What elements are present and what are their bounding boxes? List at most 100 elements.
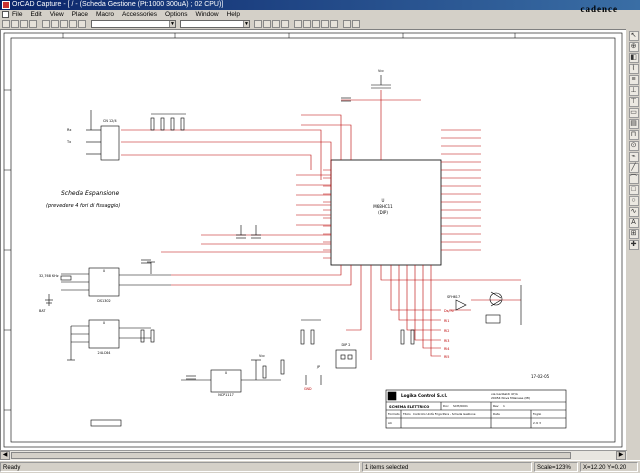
palette-tool-16-icon[interactable]: ∿ [628,207,639,217]
palette-tool-0-icon[interactable]: ↖ [628,31,639,41]
palette-tool-19-icon[interactable]: ✚ [628,240,639,250]
undo-icon[interactable] [69,20,77,28]
vcc-label-top: Vcc [378,69,384,73]
paste-icon[interactable] [60,20,68,28]
palette-tool-2-icon[interactable]: ◧ [628,53,639,63]
document-icon[interactable] [2,11,9,18]
part-combo[interactable]: ▼ [91,20,176,28]
palette-tool-3-icon[interactable]: ⌇ [628,64,639,74]
menu-window[interactable]: Window [195,11,218,18]
schematic-heading: Scheda Espansione [61,190,119,197]
zoom-area-icon[interactable] [272,20,280,28]
opto-label: SFH617 [447,295,460,299]
company-name: Logika Control S.r.l. [401,393,448,398]
palette-tool-14-icon[interactable]: □ [628,185,639,195]
format-value: A4 [388,421,392,425]
cut-icon[interactable] [42,20,50,28]
format-label: Formato [388,412,400,416]
horizontal-scrollbar[interactable]: ◀ ▶ [0,450,627,460]
schematic-drawing: U M68HC11 (DIP) Ds/PoRl1Rl2Rl3Rl4Rl5 Vcc… [3,32,623,448]
chevron-down-icon[interactable]: ▼ [243,21,249,27]
zoom-in-icon[interactable] [254,20,262,28]
doc-label: Doc [443,404,449,408]
palette-tool-6-icon[interactable]: ⊤ [628,97,639,107]
sheet-value: 2 di 3 [533,421,541,425]
chevron-down-icon[interactable]: ▼ [169,21,175,27]
palette-tool-5-icon[interactable]: ⊥ [628,86,639,96]
zoom-out-icon[interactable] [263,20,271,28]
rx-label: Rx [67,128,72,132]
rev-value: 1 [503,404,505,408]
net-combo[interactable]: ▼ [180,20,250,28]
title-value: Controllo Unità Frigorifera - Scheda Ges… [413,412,476,416]
sheet-title: SCHEMA ELETTRICO [389,405,429,409]
dip-label: DIP 2 [342,343,351,347]
title-bar: OrCAD Capture - [ / - (Scheda Gestione (… [0,0,640,10]
menu-edit[interactable]: Edit [30,11,41,18]
annotate-icon[interactable] [294,20,302,28]
cadence-logo: cadence [580,4,618,14]
doc-value: SCH/0001 [453,404,468,408]
mcu-ref: U [382,198,385,203]
svg-text:Rl1: Rl1 [444,319,449,323]
palette-tool-4-icon[interactable]: ≡ [628,75,639,85]
redo-icon[interactable] [78,20,86,28]
svg-text:Rl2: Rl2 [444,329,449,333]
palette-tool-10-icon[interactable]: ⊙ [628,141,639,151]
palette-tool-11-icon[interactable]: ⌁ [628,152,639,162]
crossref-icon[interactable] [321,20,329,28]
svg-text:Rl5: Rl5 [444,355,449,359]
copy-icon[interactable] [51,20,59,28]
bom-icon[interactable] [330,20,338,28]
rev-label: Rev [493,404,499,408]
netlist-icon[interactable] [312,20,320,28]
reg-part: NCP1117 [218,393,234,397]
svg-text:Rl4: Rl4 [444,347,449,351]
mcu-part: M68HC11 [373,204,393,209]
company-address-2: 20054 Nova Milanese (MI) [491,396,530,400]
xtal-label: 32,768 KHz [39,274,59,278]
mem-part: 24LC64 [98,351,111,355]
status-selection: 1 items selected [362,462,532,472]
open-icon[interactable] [11,20,19,28]
menu-view[interactable]: View [50,11,64,18]
mcu-package: (DIP) [378,210,388,215]
schematic-canvas[interactable]: U M68HC11 (DIP) Ds/Po Rl1 Rl2 Rl3 Rl4 Rl… [0,29,626,450]
rtc-part: DS1302 [97,299,110,303]
bat-label: BAT [39,309,46,313]
scroll-left-icon[interactable]: ◀ [0,451,10,460]
palette-tool-18-icon[interactable]: ⊞ [628,229,639,239]
status-bar: Ready 1 items selected Scale=123% X=12.2… [0,460,640,472]
menu-file[interactable]: File [12,11,22,18]
palette-tool-17-icon[interactable]: A [628,218,639,228]
palette-tool-8-icon[interactable]: ▤ [628,119,639,129]
menu-options[interactable]: Options [165,11,187,18]
zoom-all-icon[interactable] [281,20,289,28]
menu-help[interactable]: Help [227,11,240,18]
vcc-label-reg: Vcc [259,354,265,358]
tx-label: Tx [66,140,71,144]
palette-tool-1-icon[interactable]: ⊕ [628,42,639,52]
project-manager-icon[interactable] [343,20,351,28]
scroll-thumb[interactable] [11,452,571,459]
menu-macro[interactable]: Macro [96,11,114,18]
palette-tool-9-icon[interactable]: ⊓ [628,130,639,140]
palette-tool-13-icon[interactable]: ⌒ [628,174,639,184]
palette-tool-12-icon[interactable]: ╱ [628,163,639,173]
menu-place[interactable]: Place [72,11,88,18]
new-icon[interactable] [2,20,10,28]
print-icon[interactable] [29,20,37,28]
menu-accessories[interactable]: Accessories [122,11,157,18]
svg-text:Ds/Po: Ds/Po [444,309,454,313]
palette-tool-7-icon[interactable]: ▭ [628,108,639,118]
connector-label: CN 12/4 [103,119,117,123]
save-icon[interactable] [20,20,28,28]
status-coords: X=12.20 Y=0.20 [580,462,638,472]
scroll-right-icon[interactable]: ▶ [616,451,626,460]
drc-icon[interactable] [303,20,311,28]
status-scale: Scale=123% [534,462,578,472]
palette-tool-15-icon[interactable]: ○ [628,196,639,206]
title-label: Titolo [402,412,411,416]
main-toolbar: ▼ ▼ [0,19,640,29]
help-icon[interactable] [352,20,360,28]
